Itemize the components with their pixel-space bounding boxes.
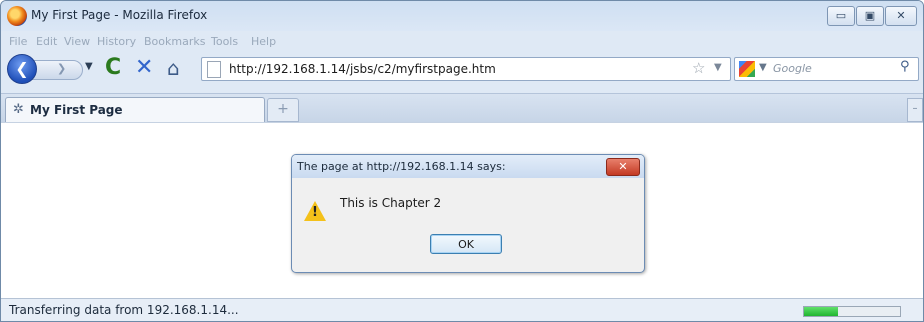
alert-dialog: The page at http://192.168.1.14 says: ✕ … [291,154,645,273]
url-dropdown-icon[interactable]: ▼ [714,62,722,73]
dialog-message: This is Chapter 2 [340,196,442,210]
warning-exclamation: ! [312,205,318,220]
progress-fill [804,307,838,316]
menu-bar: File Edit View History Bookmarks Tools H… [1,32,923,50]
search-icon[interactable]: ⚲ [900,59,910,74]
forward-arrow-icon: ❯ [57,62,67,75]
stop-icon[interactable]: ✕ [135,55,153,80]
menu-help[interactable]: Help [251,35,276,48]
search-bar[interactable]: ▼ Google ⚲ [734,57,919,81]
google-logo-icon[interactable] [739,61,755,77]
bookmark-star-icon[interactable]: ☆ [692,59,705,77]
navigation-toolbar: ❯ ❮ ▼ C ✕ ⌂ http://192.168.1.14/jsbs/c2/… [1,52,923,86]
minimize-button[interactable]: ▭ [827,6,855,26]
menu-edit[interactable]: Edit [36,35,57,48]
forward-button[interactable] [29,60,83,80]
dialog-close-button[interactable]: ✕ [606,158,640,176]
home-icon[interactable]: ⌂ [167,56,180,80]
tab-strip: ✲ My First Page + – [1,93,923,123]
dialog-title-bar: The page at http://192.168.1.14 says: ✕ [292,155,644,178]
close-window-button[interactable]: ✕ [885,6,917,26]
page-content: The page at http://192.168.1.14 says: ✕ … [1,122,923,298]
ok-button[interactable]: OK [430,234,502,254]
menu-bookmarks[interactable]: Bookmarks [144,35,205,48]
search-input[interactable]: Google [773,62,812,75]
url-text[interactable]: http://192.168.1.14/jsbs/c2/myfirstpage.… [229,62,496,76]
tab-label: My First Page [30,103,123,117]
back-button[interactable]: ❮ [7,54,37,84]
loading-spinner-icon: ✲ [13,102,24,117]
progress-bar [803,306,901,317]
search-engine-dropdown-icon[interactable]: ▼ [759,62,767,73]
firefox-logo-icon [7,6,27,26]
status-text: Transferring data from 192.168.1.14... [9,303,239,317]
reload-icon[interactable]: C [105,55,121,80]
status-bar: Transferring data from 192.168.1.14... [1,298,923,321]
menu-file[interactable]: File [9,35,27,48]
menu-tools[interactable]: Tools [211,35,238,48]
browser-window: My First Page - Mozilla Firefox ▭ ▣ ✕ Fi… [0,0,924,322]
url-bar[interactable]: http://192.168.1.14/jsbs/c2/myfirstpage.… [201,57,731,81]
tab-my-first-page[interactable]: ✲ My First Page [5,97,265,123]
page-icon [207,61,221,78]
menu-history[interactable]: History [97,35,136,48]
new-tab-button[interactable]: + [267,98,299,122]
history-dropdown-icon[interactable]: ▼ [85,61,93,72]
tab-list-button[interactable]: – [907,98,923,122]
dialog-title: The page at http://192.168.1.14 says: [297,160,506,173]
back-arrow-icon: ❮ [15,59,29,78]
menu-view[interactable]: View [64,35,90,48]
maximize-button[interactable]: ▣ [856,6,884,26]
title-bar: My First Page - Mozilla Firefox ▭ ▣ ✕ [1,1,923,31]
window-title: My First Page - Mozilla Firefox [31,8,208,22]
